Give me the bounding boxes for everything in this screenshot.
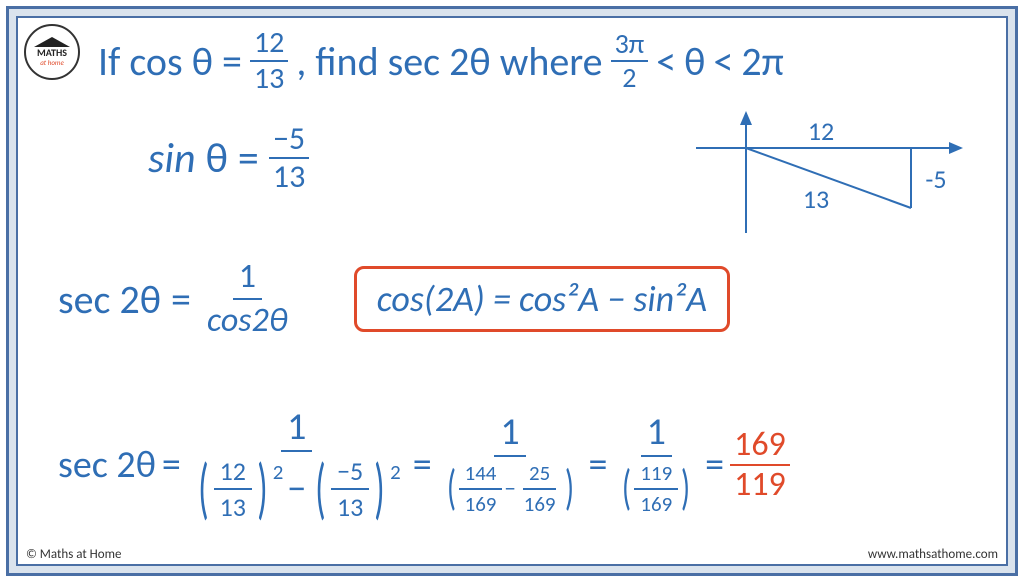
identity-box: cos(2A) = cos²A − sin²A	[354, 266, 730, 332]
calc-a-den: 13	[214, 490, 252, 522]
calc-c2-den: 169	[518, 490, 562, 517]
given-numerator: 12	[250, 28, 288, 62]
calc-one-2: 1	[494, 411, 525, 457]
outer-frame: MATHS at home If cos θ = 12 13 , find se…	[6, 6, 1018, 576]
secdef-lhs: sec 2θ	[58, 275, 161, 324]
range-end: 2π	[741, 37, 783, 86]
secdef-den: cos2θ	[201, 300, 294, 340]
problem-mid: , find sec 2θ where	[296, 37, 602, 86]
calc-eq1: =	[162, 442, 181, 488]
calc-step3: 1 ( 119 169 )	[613, 411, 699, 519]
calc-b-num: −5	[331, 456, 369, 490]
calc-lhs: sec 2θ	[58, 442, 156, 488]
given-denominator: 13	[250, 62, 288, 94]
sin-var: θ	[206, 133, 228, 184]
range-fraction: 3π 2	[611, 30, 649, 92]
ans-num: 169	[730, 428, 790, 466]
inner-frame: MATHS at home If cos θ = 12 13 , find se…	[16, 16, 1008, 566]
logo-subtitle: at home	[40, 58, 64, 67]
secdef-fraction: 1 cos2θ	[201, 258, 294, 340]
calc-a-num: 12	[214, 456, 252, 490]
footer: © Maths at Home www.mathsathome.com	[26, 547, 998, 562]
logo: MATHS at home	[24, 24, 80, 80]
calc-d-num: 119	[634, 461, 678, 490]
calc-sq1: 2	[273, 462, 284, 483]
range-lt2: <	[713, 37, 733, 86]
footer-copyright: © Maths at Home	[26, 547, 121, 562]
calc-minus2: −	[504, 478, 515, 501]
calc-step1: 1 ( 12 13 ) 2 − ( −5 13 ) 2	[187, 406, 407, 524]
secdef-num: 1	[233, 258, 262, 300]
calc-eq4: =	[705, 442, 724, 488]
sin-value: sin θ = −5 13	[148, 123, 309, 193]
calc-answer: 169 119	[730, 428, 790, 502]
calc-c1-num: 144	[459, 461, 503, 490]
axes-diagram: 12 -5 13	[686, 108, 966, 238]
sin-eq: =	[238, 133, 259, 184]
calc-c2-num: 25	[523, 461, 556, 490]
calc-step2: 1 ( 144 169 − 25 169 )	[438, 411, 583, 519]
ans-den: 119	[730, 466, 790, 502]
range-numerator: 3π	[611, 30, 649, 62]
diagram-opposite: -5	[925, 163, 946, 195]
calc-sq2: 2	[390, 462, 401, 483]
calc-b-den: 13	[331, 490, 369, 522]
calc-step1-den: ( 12 13 ) 2 − ( −5 13 ) 2	[187, 452, 407, 524]
calc-one-3: 1	[641, 411, 672, 457]
sec-definition: sec 2θ = 1 cos2θ	[58, 258, 294, 340]
problem-prefix: If cos θ =	[98, 37, 242, 86]
sec-definition-row: sec 2θ = 1 cos2θ cos(2A) = cos²A − sin²A	[58, 258, 966, 340]
calculation-row: sec 2θ = 1 ( 12 13 ) 2 − ( −5 13	[58, 406, 976, 524]
calc-eq2: =	[413, 442, 432, 488]
secdef-eq: =	[171, 275, 191, 324]
diagram-hypotenuse: 13	[803, 183, 829, 215]
calc-eq3: =	[588, 442, 607, 488]
footer-url: www.mathsathome.com	[868, 547, 998, 562]
calc-step3-den: ( 119 169 )	[613, 457, 699, 519]
sin-label: sin	[148, 133, 196, 184]
problem-statement: If cos θ = 12 13 , find sec 2θ where 3π …	[98, 28, 986, 94]
calc-c1-den: 169	[459, 490, 503, 517]
sin-denominator: 13	[269, 159, 309, 193]
logo-brand: MATHS	[37, 48, 67, 58]
calc-d-den: 169	[634, 490, 678, 517]
calc-one-1: 1	[281, 406, 312, 452]
diagram-adjacent: 12	[808, 115, 834, 147]
sin-numerator: −5	[269, 123, 309, 159]
given-fraction: 12 13	[250, 28, 288, 94]
sin-fraction: −5 13	[269, 123, 309, 193]
calc-step2-den: ( 144 169 − 25 169 )	[438, 457, 583, 519]
range-lt1: <	[656, 37, 676, 86]
range-denominator: 2	[618, 62, 640, 92]
axes-svg: 12 -5 13	[686, 108, 966, 238]
range-var: θ	[684, 37, 705, 86]
calc-minus1: −	[287, 470, 306, 508]
